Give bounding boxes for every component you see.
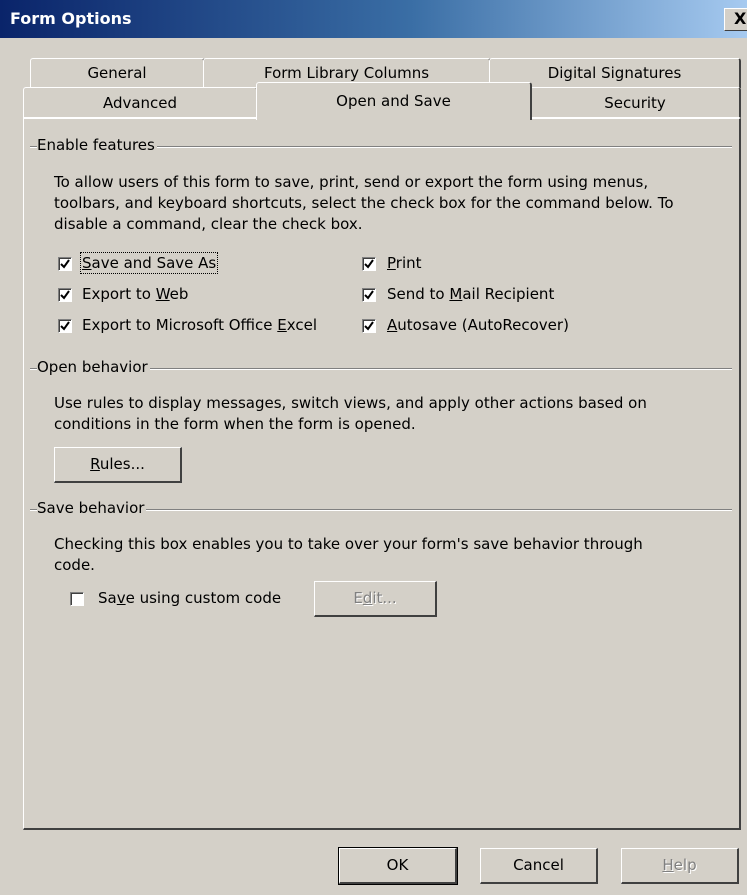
- rules-button[interactable]: Rules...: [54, 447, 182, 483]
- enable-features-description-line-1: To allow users of this form to save, pri…: [54, 173, 649, 191]
- form-options-dialog: Form Options X General Form Library Colu…: [0, 0, 747, 895]
- save-behavior-title: Save behavior: [37, 499, 147, 517]
- edit-button[interactable]: Edit...: [314, 581, 437, 617]
- close-button[interactable]: X: [724, 8, 747, 31]
- save-and-save-as-label[interactable]: Save and Save As: [79, 252, 219, 274]
- export-to-excel-label[interactable]: Export to Microsoft Office Excel: [82, 316, 317, 334]
- open-behavior-description-line-2: conditions in the form when the form is …: [54, 415, 416, 433]
- save-using-custom-code-checkbox[interactable]: [70, 592, 84, 606]
- tab-open-and-save[interactable]: Open and Save: [256, 82, 532, 120]
- save-behavior-description-line-1: Checking this box enables you to take ov…: [54, 535, 643, 553]
- enable-features-description-line-2: toolbars, and keyboard shortcuts, select…: [54, 194, 674, 212]
- checkmark-icon: [364, 321, 374, 331]
- export-to-web-label[interactable]: Export to Web: [82, 285, 188, 303]
- save-and-save-as-checkbox[interactable]: [58, 257, 72, 271]
- help-button[interactable]: Help: [621, 848, 739, 884]
- autosave-checkbox[interactable]: [362, 319, 376, 333]
- export-to-excel-checkbox[interactable]: [58, 319, 72, 333]
- enable-features-title: Enable features: [37, 136, 157, 154]
- save-behavior-description-line-2: code.: [54, 556, 95, 574]
- enable-features-description-line-3: disable a command, clear the check box.: [54, 215, 363, 233]
- send-to-mail-recipient-label[interactable]: Send to Mail Recipient: [387, 285, 554, 303]
- checkmark-icon: [364, 290, 374, 300]
- checkmark-icon: [60, 321, 70, 331]
- autosave-label[interactable]: Autosave (AutoRecover): [387, 316, 569, 334]
- ok-button[interactable]: OK: [338, 847, 458, 885]
- tab-advanced[interactable]: Advanced: [23, 87, 258, 118]
- cancel-button[interactable]: Cancel: [480, 848, 598, 884]
- open-behavior-title: Open behavior: [37, 358, 150, 376]
- print-label[interactable]: Print: [387, 254, 422, 272]
- tab-security[interactable]: Security: [530, 87, 741, 118]
- checkmark-icon: [60, 259, 70, 269]
- title-bar[interactable]: Form Options X: [0, 0, 747, 38]
- print-checkbox[interactable]: [362, 257, 376, 271]
- export-to-web-checkbox[interactable]: [58, 288, 72, 302]
- open-behavior-description-line-1: Use rules to display messages, switch vi…: [54, 394, 647, 412]
- save-using-custom-code-label[interactable]: Save using custom code: [98, 589, 281, 607]
- open-and-save-panel: Enable features To allow users of this f…: [23, 118, 741, 830]
- checkmark-icon: [60, 290, 70, 300]
- tab-general[interactable]: General: [30, 58, 205, 88]
- send-to-mail-recipient-checkbox[interactable]: [362, 288, 376, 302]
- window-title: Form Options: [10, 9, 132, 28]
- checkmark-icon: [364, 259, 374, 269]
